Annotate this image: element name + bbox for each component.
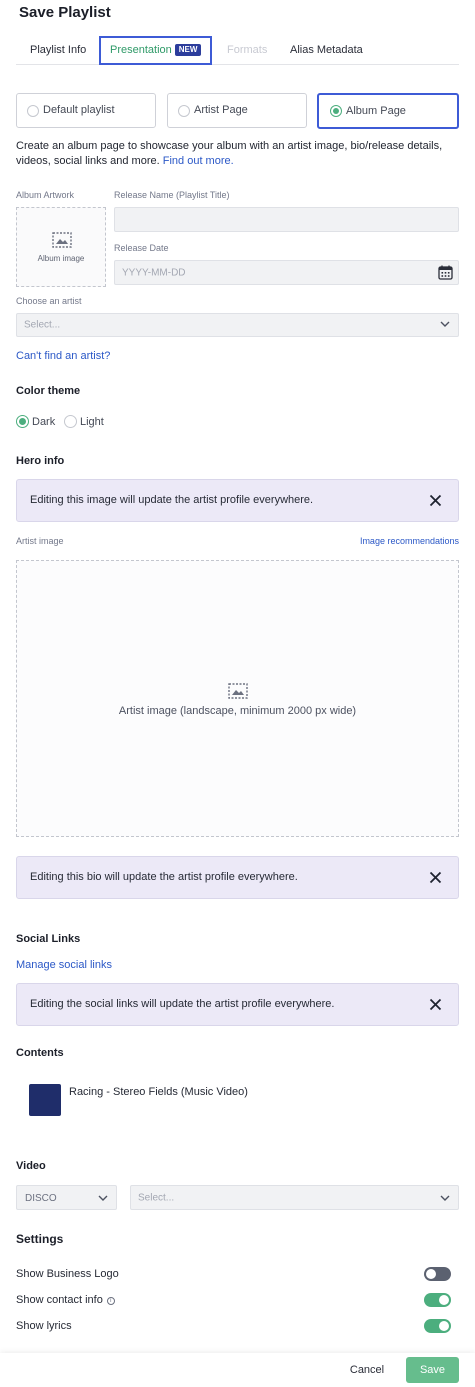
social-links-title: Social Links (16, 933, 81, 945)
tab-bar: Playlist Info Presentation NEW Formats Al… (16, 36, 459, 65)
page-type-label: Artist Page (194, 104, 248, 116)
bio-notice: Editing this bio will update the artist … (16, 856, 459, 899)
theme-light-label: Light (80, 416, 104, 428)
video-select[interactable]: Select... (130, 1185, 459, 1210)
chevron-down-icon (440, 321, 450, 327)
tab-formats: Formats (227, 44, 268, 56)
radio-selected-icon (330, 105, 342, 117)
close-icon[interactable] (429, 494, 442, 507)
page-type-label: Album Page (346, 105, 406, 117)
cant-find-artist-link[interactable]: Can't find an artist? (16, 350, 110, 362)
theme-light-radio[interactable] (64, 415, 77, 428)
close-icon[interactable] (429, 871, 442, 884)
release-name-input[interactable] (114, 207, 459, 232)
toggle-knob (426, 1269, 436, 1279)
tab-alias-metadata[interactable]: Alias Metadata (290, 38, 363, 65)
release-date-label: Release Date (114, 243, 169, 253)
album-artwork-upload[interactable]: Album image (16, 207, 106, 287)
artist-image-upload[interactable]: Artist image (landscape, minimum 2000 px… (16, 560, 459, 837)
color-theme-title: Color theme (16, 385, 81, 397)
chevron-down-icon (98, 1195, 108, 1201)
toggle-knob (439, 1321, 449, 1331)
choose-artist-label: Choose an artist (16, 296, 82, 306)
release-name-label: Release Name (Playlist Title) (114, 190, 230, 200)
notice-text: Editing this bio will update the artist … (30, 871, 298, 883)
page-title: Save Playlist (19, 4, 111, 21)
chevron-down-icon (440, 1195, 450, 1201)
video-source-select[interactable]: DISCO (16, 1185, 117, 1210)
artist-select-placeholder: Select... (24, 319, 61, 331)
show-contact-info-toggle[interactable] (424, 1293, 451, 1307)
new-badge: NEW (174, 44, 202, 56)
toggle-knob (439, 1295, 449, 1305)
setting-show-lyrics-label: Show lyrics (16, 1320, 72, 1332)
content-item-title[interactable]: Racing - Stereo Fields (Music Video) (69, 1086, 248, 1098)
video-title: Video (16, 1160, 46, 1172)
album-image-placeholder: Album image (37, 254, 85, 263)
video-select-placeholder: Select... (138, 1192, 175, 1203)
social-links-notice: Editing the social links will update the… (16, 983, 459, 1026)
radio-icon (27, 105, 39, 117)
footer-bar (0, 1353, 475, 1387)
settings-title: Settings (16, 1232, 64, 1246)
image-placeholder-icon (228, 683, 248, 699)
setting-show-contact-info-label: Show contact info i (16, 1294, 115, 1306)
content-thumbnail (29, 1084, 61, 1116)
theme-dark-label: Dark (32, 416, 56, 428)
tab-presentation[interactable]: Presentation NEW (99, 36, 213, 65)
image-placeholder-icon (52, 232, 72, 248)
album-artwork-label: Album Artwork (16, 190, 75, 200)
tab-playlist-info[interactable]: Playlist Info (30, 38, 86, 65)
artist-image-label: Artist image (16, 536, 64, 546)
calendar-icon[interactable] (438, 265, 453, 280)
notice-text: Editing this image will update the artis… (30, 494, 314, 506)
artist-select[interactable]: Select... (16, 313, 459, 337)
artist-image-placeholder: Artist image (landscape, minimum 2000 px… (118, 705, 357, 717)
page-type-default-playlist[interactable]: Default playlist (16, 93, 156, 128)
tab-presentation-label: Presentation (110, 44, 172, 56)
info-icon[interactable]: i (106, 1297, 115, 1305)
page-type-album-page[interactable]: Album Page (317, 93, 459, 129)
notice-text: Editing the social links will update the… (30, 998, 335, 1010)
release-date-placeholder: YYYY-MM-DD (122, 267, 186, 278)
setting-show-business-logo-label: Show Business Logo (16, 1268, 119, 1280)
find-out-more-link[interactable]: Find out more. (163, 155, 234, 167)
manage-social-links-link[interactable]: Manage social links (16, 959, 112, 971)
radio-icon (178, 105, 190, 117)
image-recommendations-link[interactable]: Image recommendations (360, 536, 459, 546)
album-page-description: Create an album page to showcase your al… (16, 139, 464, 169)
save-button[interactable]: Save (406, 1357, 459, 1383)
hero-image-notice: Editing this image will update the artis… (16, 479, 459, 522)
theme-dark-radio[interactable] (16, 415, 29, 428)
video-source-value: DISCO (25, 1193, 57, 1204)
setting-label-text: Show contact info (16, 1294, 103, 1306)
show-lyrics-toggle[interactable] (424, 1319, 451, 1333)
hero-info-title: Hero info (16, 455, 65, 467)
page-type-label: Default playlist (43, 104, 115, 116)
page-type-artist-page[interactable]: Artist Page (167, 93, 307, 128)
contents-title: Contents (16, 1047, 64, 1059)
cancel-button[interactable]: Cancel (339, 1358, 395, 1382)
release-date-input[interactable]: YYYY-MM-DD (114, 260, 459, 285)
show-business-logo-toggle[interactable] (424, 1267, 451, 1281)
close-icon[interactable] (429, 998, 442, 1011)
